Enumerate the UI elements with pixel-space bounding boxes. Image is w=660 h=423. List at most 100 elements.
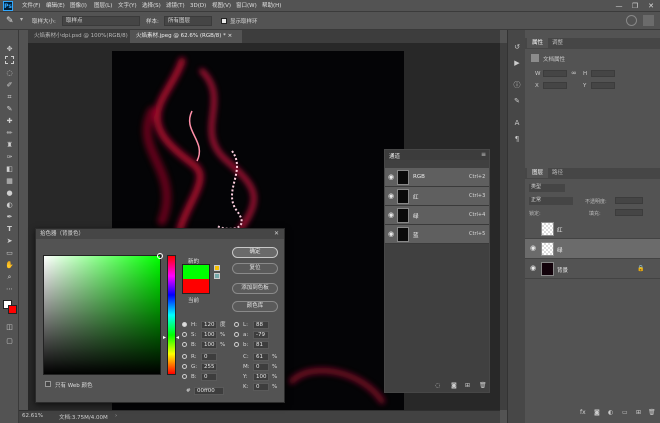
fx-icon[interactable]: fx: [580, 409, 586, 416]
type-tool-icon[interactable]: T: [4, 224, 15, 234]
color-cursor[interactable]: [157, 253, 163, 259]
radio-l[interactable]: [234, 322, 239, 327]
gamut-warning-icon[interactable]: [214, 265, 220, 271]
marquee-tool-icon[interactable]: [5, 56, 14, 64]
channel-red[interactable]: ◉ 红 Ctrl+3: [385, 187, 489, 206]
eye-icon[interactable]: ◉: [387, 192, 395, 200]
input-g[interactable]: 255: [201, 363, 217, 371]
ok-button[interactable]: 确定: [232, 247, 278, 258]
eyedropper-icon[interactable]: ✎: [4, 104, 15, 114]
web-safe-icon[interactable]: [214, 273, 220, 279]
eye-icon[interactable]: ◉: [529, 244, 537, 252]
blend-mode-select[interactable]: 正常: [529, 197, 573, 205]
close-icon[interactable]: ✕: [646, 1, 656, 11]
character-icon[interactable]: A: [512, 118, 522, 128]
healing-tool-icon[interactable]: ✚: [4, 116, 15, 126]
background-color-swatch[interactable]: [8, 305, 17, 314]
add-to-swatches-button[interactable]: 添加到色板: [232, 283, 278, 294]
eyedropper-tool-icon[interactable]: ✎: [6, 15, 18, 27]
color-libraries-button[interactable]: 颜色库: [232, 301, 278, 312]
hue-slider-handle-right[interactable]: ◂: [176, 334, 179, 341]
menu-help[interactable]: 帮助(H): [262, 1, 281, 11]
input-lab-b[interactable]: 81: [253, 341, 269, 349]
chevron-down-icon[interactable]: ▾: [20, 16, 23, 23]
info-icon[interactable]: ⓘ: [512, 80, 522, 90]
minimize-icon[interactable]: —: [614, 1, 624, 11]
opacity-field[interactable]: [615, 197, 643, 204]
restore-icon[interactable]: ❐: [630, 1, 640, 11]
path-select-tool-icon[interactable]: ➤: [4, 236, 15, 246]
close-icon[interactable]: ✕: [274, 230, 279, 237]
eye-icon[interactable]: ◉: [387, 230, 395, 238]
radio-h[interactable]: [182, 322, 187, 327]
radio-blue[interactable]: [182, 374, 187, 379]
tab-properties[interactable]: 属性: [527, 38, 549, 48]
adjustment-icon[interactable]: ◐: [608, 409, 613, 416]
input-m[interactable]: 0: [253, 363, 269, 371]
web-only-checkbox[interactable]: [45, 381, 51, 387]
group-icon[interactable]: ▭: [622, 409, 628, 416]
more-tools-icon[interactable]: ⋯: [4, 284, 15, 294]
channel-green[interactable]: ◉ 绿 Ctrl+4: [385, 206, 489, 225]
brush-settings-icon[interactable]: ✎: [512, 96, 522, 106]
input-hex[interactable]: 00ff00: [194, 387, 224, 395]
input-l[interactable]: 88: [253, 321, 269, 329]
input-y[interactable]: 100: [253, 373, 269, 381]
vertical-scrollbar[interactable]: [500, 43, 507, 410]
save-selection-icon[interactable]: ◙: [451, 382, 457, 389]
hue-slider-handle-left[interactable]: ▸: [163, 334, 166, 341]
new-channel-icon[interactable]: ⊞: [465, 382, 470, 389]
menu-file[interactable]: 文件(F): [22, 1, 40, 11]
radio-lab-b[interactable]: [234, 342, 239, 347]
new-layer-icon[interactable]: ⊞: [636, 409, 641, 416]
y-field[interactable]: [591, 82, 615, 89]
workspace-icon[interactable]: [643, 15, 654, 26]
input-c[interactable]: 61: [253, 353, 269, 361]
hand-tool-icon[interactable]: ✋: [4, 260, 15, 270]
actions-icon[interactable]: ▶: [512, 58, 522, 68]
height-field[interactable]: [591, 70, 615, 77]
radio-g[interactable]: [182, 364, 187, 369]
search-icon[interactable]: [626, 15, 637, 26]
history-brush-tool-icon[interactable]: ✑: [4, 152, 15, 162]
width-field[interactable]: [543, 70, 567, 77]
menu-image[interactable]: 图像(I): [70, 1, 87, 11]
radio-b[interactable]: [182, 342, 187, 347]
layer-background[interactable]: ◉ 背景 🔒: [525, 259, 660, 279]
layer-red[interactable]: 红: [525, 219, 660, 239]
stamp-tool-icon[interactable]: ♜: [4, 140, 15, 150]
gradient-tool-icon[interactable]: ▦: [4, 176, 15, 186]
menu-select[interactable]: 选择(S): [142, 1, 161, 11]
eye-icon[interactable]: ◉: [529, 264, 537, 272]
blur-tool-icon[interactable]: ●: [4, 188, 15, 198]
input-s[interactable]: 100: [201, 331, 217, 339]
input-a[interactable]: -79: [253, 331, 269, 339]
zoom-level[interactable]: 62.61%: [22, 413, 43, 419]
menu-layer[interactable]: 图层(L): [94, 1, 112, 11]
menu-view[interactable]: 视图(V): [212, 1, 231, 11]
layer-green[interactable]: ◉ 绿: [525, 239, 660, 259]
radio-r[interactable]: [182, 354, 187, 359]
saturation-brightness-field[interactable]: [43, 253, 163, 375]
tab-adjustments[interactable]: 调整: [547, 38, 568, 48]
radio-s[interactable]: [182, 332, 187, 337]
hue-slider[interactable]: [167, 255, 176, 375]
dodge-tool-icon[interactable]: ◐: [4, 200, 15, 210]
paragraph-icon[interactable]: ¶: [512, 134, 522, 144]
fill-field[interactable]: [615, 209, 643, 216]
channel-rgb[interactable]: ◉ RGB Ctrl+2: [385, 168, 489, 187]
eye-icon[interactable]: ◉: [387, 173, 395, 181]
pen-tool-icon[interactable]: ✒: [4, 212, 15, 222]
move-tool-icon[interactable]: ✥: [4, 44, 15, 54]
input-h[interactable]: 120: [201, 321, 217, 329]
menu-filter[interactable]: 滤镜(T): [166, 1, 185, 11]
radio-a[interactable]: [234, 332, 239, 337]
brush-tool-icon[interactable]: ✏: [4, 128, 15, 138]
screen-mode-icon[interactable]: ▢: [4, 336, 15, 346]
menu-icon[interactable]: ≡: [481, 151, 486, 158]
mask-icon[interactable]: ◙: [594, 409, 600, 416]
menu-3d[interactable]: 3D(D): [190, 1, 206, 11]
menu-window[interactable]: 窗口(W): [236, 1, 257, 11]
show-ring-checkbox[interactable]: [221, 18, 227, 24]
quick-mask-icon[interactable]: ◫: [4, 322, 15, 332]
